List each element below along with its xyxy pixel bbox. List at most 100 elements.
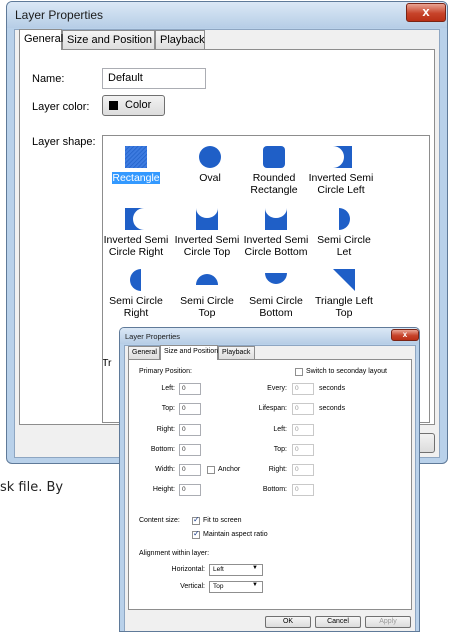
primary-position-label: Primary Position: bbox=[139, 368, 192, 375]
close-button[interactable]: x bbox=[391, 329, 419, 341]
shape-label: Inverted Semi Circle Bottom bbox=[243, 234, 309, 258]
secondary-right-label: Right: bbox=[268, 466, 287, 473]
width-label: Width: bbox=[155, 466, 175, 473]
oval-icon bbox=[199, 146, 221, 168]
chevron-down-icon: ▼ bbox=[252, 582, 258, 588]
tab-general[interactable]: General bbox=[19, 29, 63, 50]
switch-layout-checkbox[interactable] bbox=[295, 368, 303, 376]
window-title: Layer Properties bbox=[15, 8, 104, 22]
left-label: Left: bbox=[161, 385, 175, 392]
fit-to-screen-checkbox[interactable] bbox=[192, 515, 200, 525]
vertical-select[interactable]: Top ▼ bbox=[209, 581, 263, 593]
chevron-down-icon: ▼ bbox=[252, 565, 258, 571]
secondary-left-label: Left: bbox=[273, 426, 287, 433]
vertical-select-value: Top bbox=[213, 583, 224, 590]
top-field[interactable]: 0 bbox=[179, 403, 201, 415]
triangle-left-top-icon bbox=[333, 269, 355, 291]
secondary-bottom-label: Bottom: bbox=[262, 486, 287, 493]
shape-option-inverted-semi-circle-right[interactable]: Inverted Semi Circle Right bbox=[103, 208, 169, 258]
shape-option-triangle-left-top[interactable]: Triangle Left Top bbox=[311, 269, 377, 319]
shape-option-inverted-semi-circle-bottom[interactable]: Inverted Semi Circle Bottom bbox=[243, 208, 309, 258]
tab-size-and-position[interactable]: Size and Position bbox=[62, 30, 155, 49]
rectangle-icon bbox=[125, 146, 147, 168]
shape-label: Semi Circle Bottom bbox=[249, 295, 303, 319]
horizontal-label: Horizontal: bbox=[171, 566, 205, 573]
inverted-semi-circle-top-icon bbox=[196, 208, 218, 230]
shape-label: Rounded Rectangle bbox=[250, 172, 298, 196]
horizontal-select-value: Left bbox=[213, 566, 224, 573]
shape-label: Rectangle bbox=[112, 172, 160, 184]
secondary-top-label: Top: bbox=[273, 446, 287, 453]
shape-option-inverted-semi-circle-left[interactable]: Inverted Semi Circle Left bbox=[308, 146, 374, 196]
secondary-left-field[interactable]: 0 bbox=[292, 424, 314, 436]
color-button[interactable]: Color bbox=[102, 95, 165, 116]
maintain-aspect-label: Maintain aspect ratio bbox=[203, 531, 268, 538]
height-label: Height: bbox=[152, 486, 175, 493]
right-label: Right: bbox=[156, 426, 175, 433]
shape-option-semi-circle-right[interactable]: Semi Circle Right bbox=[103, 269, 169, 319]
tab-playback[interactable]: Playback bbox=[155, 30, 205, 49]
shape-option-semi-circle-bottom[interactable]: Semi Circle Bottom bbox=[243, 269, 309, 319]
bottom-field[interactable]: 0 bbox=[179, 444, 201, 456]
width-field[interactable]: 0 bbox=[179, 464, 201, 476]
tab-general[interactable]: General bbox=[128, 346, 160, 359]
shape-label: Inverted Semi Circle Right bbox=[103, 234, 169, 258]
shape-label: Triangle Left Top bbox=[315, 295, 373, 319]
rounded-rectangle-icon bbox=[263, 146, 285, 168]
vertical-label: Vertical: bbox=[180, 583, 205, 590]
window-title: Layer Properties bbox=[125, 332, 181, 341]
shape-label: Inverted Semi Circle Left bbox=[308, 172, 374, 196]
lifespan-field[interactable]: 0 bbox=[292, 403, 314, 415]
tab-size-and-position[interactable]: Size and Position bbox=[160, 345, 218, 360]
semi-circle-top-icon bbox=[196, 274, 218, 285]
horizontal-select[interactable]: Left ▼ bbox=[209, 564, 263, 576]
name-field[interactable]: Default bbox=[102, 68, 206, 89]
anchor-checkbox[interactable] bbox=[207, 466, 215, 474]
switch-layout-label: Switch to seconday layout bbox=[306, 368, 387, 375]
maintain-aspect-checkbox[interactable] bbox=[192, 529, 200, 539]
inverted-semi-circle-left-icon bbox=[333, 146, 352, 168]
lifespan-unit: seconds bbox=[319, 405, 346, 412]
every-label: Every: bbox=[267, 385, 287, 392]
shape-option-inverted-semi-circle-top[interactable]: Inverted Semi Circle Top bbox=[174, 208, 240, 258]
every-field[interactable]: 0 bbox=[292, 383, 314, 395]
color-swatch bbox=[109, 101, 118, 110]
shape-label: Inverted Semi Circle Top bbox=[174, 234, 240, 258]
top-label: Top: bbox=[161, 405, 175, 412]
dialog-client: General Size and Position Playback Prima… bbox=[124, 345, 416, 631]
shape-option-semi-circle-top[interactable]: Semi Circle Top bbox=[174, 269, 240, 319]
lifespan-label: Lifespan: bbox=[258, 405, 287, 412]
cancel-button[interactable]: Cancel bbox=[315, 616, 361, 628]
size-position-panel: Primary Position: Switch to seconday lay… bbox=[128, 359, 412, 610]
semi-circle-bottom-icon bbox=[265, 273, 287, 284]
height-field[interactable]: 0 bbox=[179, 484, 201, 496]
secondary-right-field[interactable]: 0 bbox=[292, 464, 314, 476]
alignment-label: Alignment within layer: bbox=[139, 550, 210, 557]
shape-option-oval[interactable]: Oval bbox=[177, 146, 243, 184]
every-unit: seconds bbox=[319, 385, 346, 392]
fit-to-screen-label: Fit to screen bbox=[203, 517, 242, 524]
title-bar[interactable]: Layer Properties x bbox=[120, 328, 419, 344]
shape-option-rectangle[interactable]: Rectangle bbox=[103, 146, 169, 184]
apply-button[interactable]: Apply bbox=[365, 616, 411, 628]
secondary-bottom-field[interactable]: 0 bbox=[292, 484, 314, 496]
secondary-top-field[interactable]: 0 bbox=[292, 444, 314, 456]
shape-option-semi-circle-left[interactable]: Semi Circle Let bbox=[311, 208, 377, 258]
tab-playback[interactable]: Playback bbox=[218, 346, 255, 359]
close-button[interactable]: x bbox=[406, 3, 446, 22]
shape-label: Semi Circle Right bbox=[109, 295, 163, 319]
layer-properties-window-size-position: Layer Properties x General Size and Posi… bbox=[119, 327, 420, 632]
content-size-label: Content size: bbox=[139, 517, 180, 524]
shape-label: Oval bbox=[199, 172, 221, 184]
title-bar[interactable]: Layer Properties x bbox=[7, 2, 447, 28]
shape-label: Semi Circle Top bbox=[180, 295, 234, 319]
semi-circle-right-icon bbox=[130, 269, 141, 291]
right-field[interactable]: 0 bbox=[179, 424, 201, 436]
shape-option-rounded-rectangle[interactable]: Rounded Rectangle bbox=[241, 146, 307, 196]
ok-button[interactable]: OK bbox=[265, 616, 311, 628]
color-button-label: Color bbox=[125, 99, 152, 111]
left-field[interactable]: 0 bbox=[179, 383, 201, 395]
bottom-label: Bottom: bbox=[150, 446, 175, 453]
inverted-semi-circle-right-icon bbox=[125, 208, 144, 230]
background-document-text: sk file. By bbox=[0, 480, 64, 495]
